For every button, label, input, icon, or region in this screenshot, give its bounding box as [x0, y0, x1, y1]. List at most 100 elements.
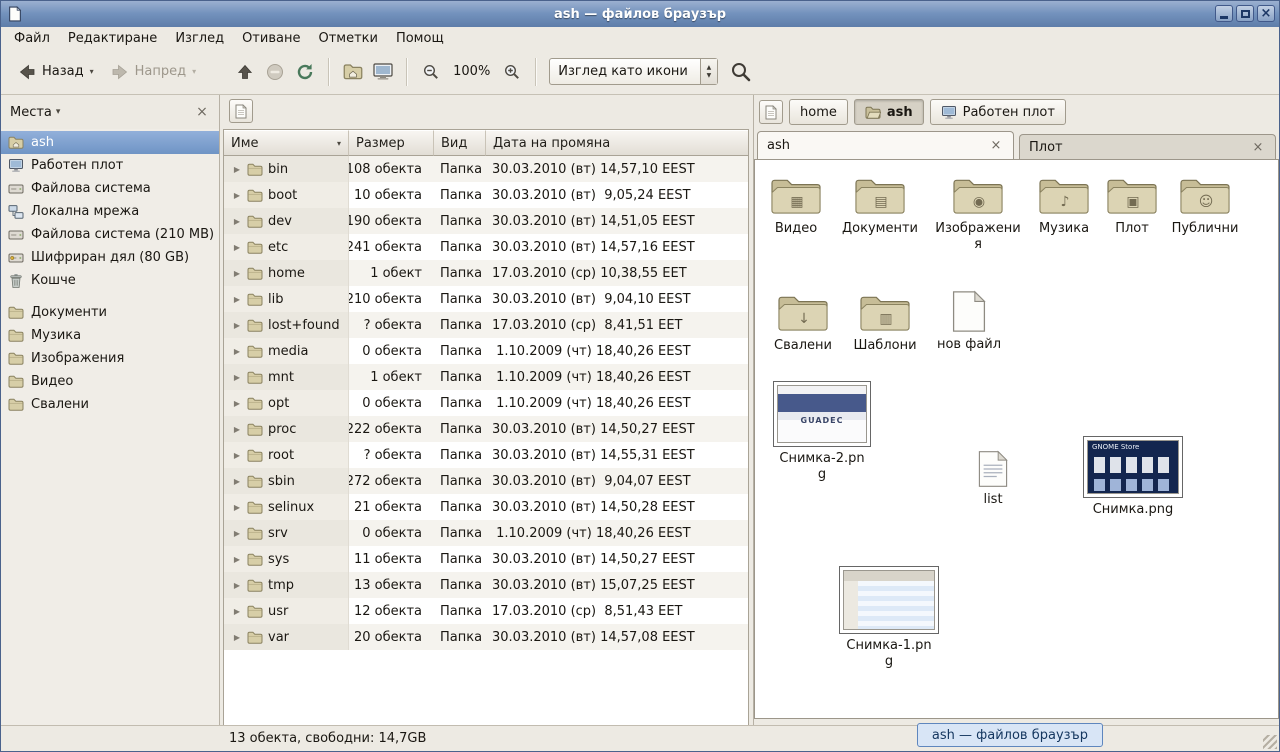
- maximize-button[interactable]: [1236, 5, 1254, 22]
- expander-icon[interactable]: ▶: [231, 165, 243, 174]
- menu-item-2[interactable]: Изглед: [166, 29, 233, 48]
- forward-button[interactable]: Напред ▾: [102, 59, 205, 85]
- column-header-modified[interactable]: Дата на промяна: [486, 130, 748, 156]
- up-button[interactable]: [230, 57, 260, 87]
- sidebar-item-11[interactable]: Свалени: [1, 393, 219, 416]
- table-row[interactable]: ▶lib210 обектаПапка30.03.2010 (вт) 9,04,…: [224, 286, 748, 312]
- icon-view-item-8[interactable]: нов файл: [923, 290, 1015, 353]
- sidebar-item-6[interactable]: Кошче: [1, 269, 219, 292]
- table-row[interactable]: ▶bin108 обектаПапка30.03.2010 (вт) 14,57…: [224, 156, 748, 182]
- sidebar-item-10[interactable]: Видео: [1, 370, 219, 393]
- pathbar-button-2[interactable]: Работен плот: [930, 99, 1066, 125]
- search-button[interactable]: [726, 57, 756, 87]
- tab-close-icon[interactable]: ×: [988, 138, 1004, 154]
- column-header-name[interactable]: Име ▾: [224, 130, 349, 156]
- icon-view-item-6[interactable]: ↓Свалени: [757, 292, 849, 354]
- icon-view-item-1[interactable]: ▤Документи: [834, 175, 926, 237]
- expander-icon[interactable]: ▶: [231, 217, 243, 226]
- menu-item-3[interactable]: Отиване: [233, 29, 309, 48]
- computer-button[interactable]: [368, 57, 398, 87]
- expander-icon[interactable]: ▶: [231, 243, 243, 252]
- home-button[interactable]: [338, 57, 368, 87]
- sidebar-item-5[interactable]: Шифриран дял (80 GB): [1, 246, 219, 269]
- table-row[interactable]: ▶usr12 обектаПапка17.03.2010 (ср) 8,51,4…: [224, 598, 748, 624]
- table-row[interactable]: ▶mnt1 обектПапка 1.10.2009 (чт) 18,40,26…: [224, 364, 748, 390]
- expander-icon[interactable]: ▶: [231, 607, 243, 616]
- expander-icon[interactable]: ▶: [231, 477, 243, 486]
- expander-icon[interactable]: ▶: [231, 529, 243, 538]
- table-row[interactable]: ▶media0 обектаПапка 1.10.2009 (чт) 18,40…: [224, 338, 748, 364]
- expander-icon[interactable]: ▶: [231, 503, 243, 512]
- reload-button[interactable]: [290, 57, 320, 87]
- table-row[interactable]: ▶lost+found? обектаПапка17.03.2010 (ср) …: [224, 312, 748, 338]
- zoom-in-button[interactable]: [497, 57, 527, 87]
- sidebar-item-8[interactable]: Музика: [1, 324, 219, 347]
- menu-item-0[interactable]: Файл: [5, 29, 59, 48]
- zoom-out-button[interactable]: [416, 57, 446, 87]
- tab-0[interactable]: ash×: [757, 131, 1014, 159]
- table-row[interactable]: ▶sys11 обектаПапка30.03.2010 (вт) 14,50,…: [224, 546, 748, 572]
- pathbar-button-0[interactable]: home: [789, 99, 848, 125]
- expander-icon[interactable]: ▶: [231, 633, 243, 642]
- menu-item-4[interactable]: Отметки: [309, 29, 386, 48]
- icon-view-item-11[interactable]: GNOME StoreСнимка.png: [1087, 436, 1179, 518]
- expander-icon[interactable]: ▶: [231, 555, 243, 564]
- taskbar-window-button[interactable]: ash — файлов браузър: [917, 723, 1103, 747]
- expander-icon[interactable]: ▶: [231, 295, 243, 304]
- table-row[interactable]: ▶proc222 обектаПапка30.03.2010 (вт) 14,5…: [224, 416, 748, 442]
- back-button[interactable]: Назад ▾: [9, 59, 102, 85]
- resize-grip[interactable]: [1263, 735, 1277, 749]
- table-row[interactable]: ▶etc241 обектаПапка30.03.2010 (вт) 14,57…: [224, 234, 748, 260]
- table-row[interactable]: ▶srv0 обектаПапка 1.10.2009 (чт) 18,40,2…: [224, 520, 748, 546]
- view-mode-select[interactable]: Изглед като икони ▲▼: [549, 58, 718, 85]
- expander-icon[interactable]: ▶: [231, 269, 243, 278]
- close-button[interactable]: ×: [1257, 5, 1275, 22]
- table-row[interactable]: ▶sbin272 обектаПапка30.03.2010 (вт) 9,04…: [224, 468, 748, 494]
- menu-item-1[interactable]: Редактиране: [59, 29, 166, 48]
- expander-icon[interactable]: ▶: [231, 425, 243, 434]
- icon-view-item-0[interactable]: ▦Видео: [754, 175, 842, 237]
- sidebar-item-0[interactable]: ash: [1, 131, 219, 154]
- sidebar-item-9[interactable]: Изображения: [1, 347, 219, 370]
- table-row[interactable]: ▶home1 обектПапка17.03.2010 (ср) 10,38,5…: [224, 260, 748, 286]
- tab-1[interactable]: Плот×: [1019, 134, 1276, 159]
- combo-spinner-icon[interactable]: ▲▼: [700, 59, 717, 84]
- expander-icon[interactable]: ▶: [231, 191, 243, 200]
- icon-view-item-2[interactable]: ◉Изображения: [932, 175, 1024, 254]
- location-icon-button[interactable]: [759, 100, 783, 124]
- column-header-type[interactable]: Вид: [434, 130, 486, 156]
- table-row[interactable]: ▶dev190 обектаПапка30.03.2010 (вт) 14,51…: [224, 208, 748, 234]
- table-row[interactable]: ▶var20 обектаПапка30.03.2010 (вт) 14,57,…: [224, 624, 748, 650]
- column-header-size[interactable]: Размер: [349, 130, 434, 156]
- expander-icon[interactable]: ▶: [231, 347, 243, 356]
- icon-view-item-5[interactable]: ☺Публични: [1159, 175, 1251, 237]
- expander-icon[interactable]: ▶: [231, 321, 243, 330]
- location-icon-button[interactable]: [229, 99, 253, 123]
- sidebar-dropdown-caret[interactable]: ▾: [56, 107, 61, 117]
- sidebar-item-7[interactable]: Документи: [1, 301, 219, 324]
- sidebar-item-3[interactable]: Локална мрежа: [1, 200, 219, 223]
- expander-icon[interactable]: ▶: [231, 451, 243, 460]
- table-row[interactable]: ▶selinux21 обектаПапка30.03.2010 (вт) 14…: [224, 494, 748, 520]
- stop-button[interactable]: [260, 57, 290, 87]
- icon-view-item-9[interactable]: GUADECСнимка-2.png: [776, 381, 868, 484]
- icon-view-item-7[interactable]: ▥Шаблони: [839, 292, 931, 354]
- titlebar[interactable]: ash — файлов браузър ×: [1, 1, 1279, 27]
- pathbar-button-1[interactable]: ash: [854, 99, 924, 125]
- table-row[interactable]: ▶root? обектаПапка30.03.2010 (вт) 14,55,…: [224, 442, 748, 468]
- expander-icon[interactable]: ▶: [231, 581, 243, 590]
- icon-view-item-10[interactable]: list: [947, 450, 1039, 508]
- table-row[interactable]: ▶opt0 обектаПапка 1.10.2009 (чт) 18,40,2…: [224, 390, 748, 416]
- menu-item-5[interactable]: Помощ: [387, 29, 453, 48]
- expander-icon[interactable]: ▶: [231, 373, 243, 382]
- sidebar-item-1[interactable]: Работен плот: [1, 154, 219, 177]
- tab-close-icon[interactable]: ×: [1250, 139, 1266, 155]
- minimize-button[interactable]: [1215, 5, 1233, 22]
- sidebar-item-2[interactable]: Файлова система: [1, 177, 219, 200]
- expander-icon[interactable]: ▶: [231, 399, 243, 408]
- sidebar-item-4[interactable]: Файлова система (210 MB): [1, 223, 219, 246]
- table-row[interactable]: ▶boot10 обектаПапка30.03.2010 (вт) 9,05,…: [224, 182, 748, 208]
- icon-view[interactable]: ▦Видео▤Документи◉Изображения♪Музика▣Плот…: [754, 159, 1279, 719]
- table-row[interactable]: ▶tmp13 обектаПапка30.03.2010 (вт) 15,07,…: [224, 572, 748, 598]
- icon-view-item-12[interactable]: Снимка-1.png: [843, 566, 935, 671]
